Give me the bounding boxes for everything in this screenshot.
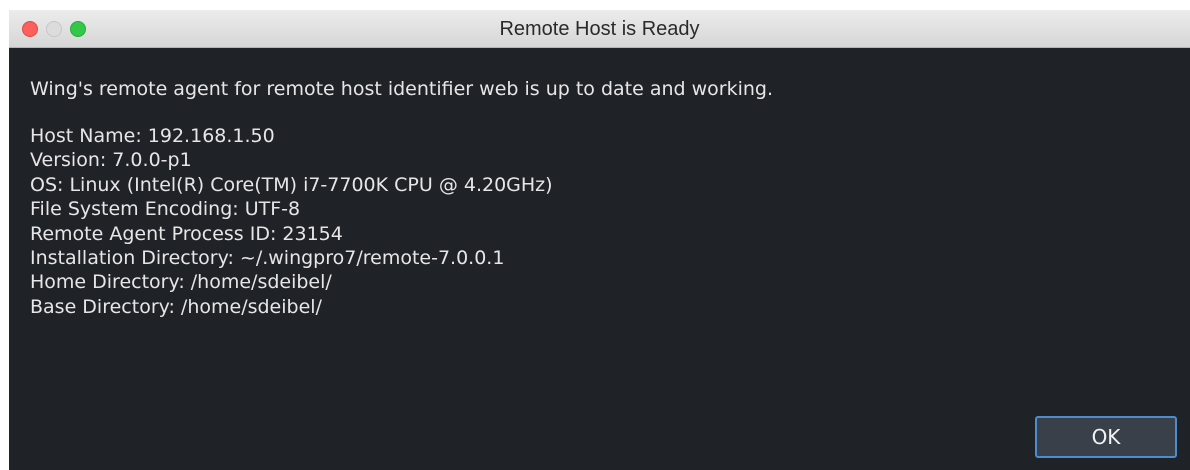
encoding-line: File System Encoding: UTF-8: [30, 198, 301, 221]
process-id-line: Remote Agent Process ID: 23154: [30, 222, 343, 245]
host-info-list: Host Name: 192.168.1.50 Version: 7.0.0-p…: [30, 124, 1170, 319]
home-directory-line: Home Directory: /home/sdeibel/: [30, 271, 332, 294]
installation-directory-line: Installation Directory: ~/.wingpro7/remo…: [30, 247, 505, 270]
window-title: Remote Host is Ready: [499, 18, 700, 40]
dialog-content: Wing's remote agent for remote host iden…: [30, 76, 1170, 319]
version-line: Version: 7.0.0-p1: [30, 149, 192, 172]
ok-button[interactable]: OK: [1035, 416, 1177, 458]
intro-message: Wing's remote agent for remote host iden…: [30, 78, 774, 100]
host-name-line: Host Name: 192.168.1.50: [30, 125, 275, 147]
base-directory-line: Base Directory: /home/sdeibel/: [30, 295, 322, 318]
os-line: OS: Linux (Intel(R) Core(TM) i7-7700K CP…: [30, 173, 553, 196]
dialog-window: Remote Host is Ready Wing's remote agent…: [9, 10, 1190, 470]
title-bar[interactable]: Remote Host is Ready: [9, 10, 1190, 48]
